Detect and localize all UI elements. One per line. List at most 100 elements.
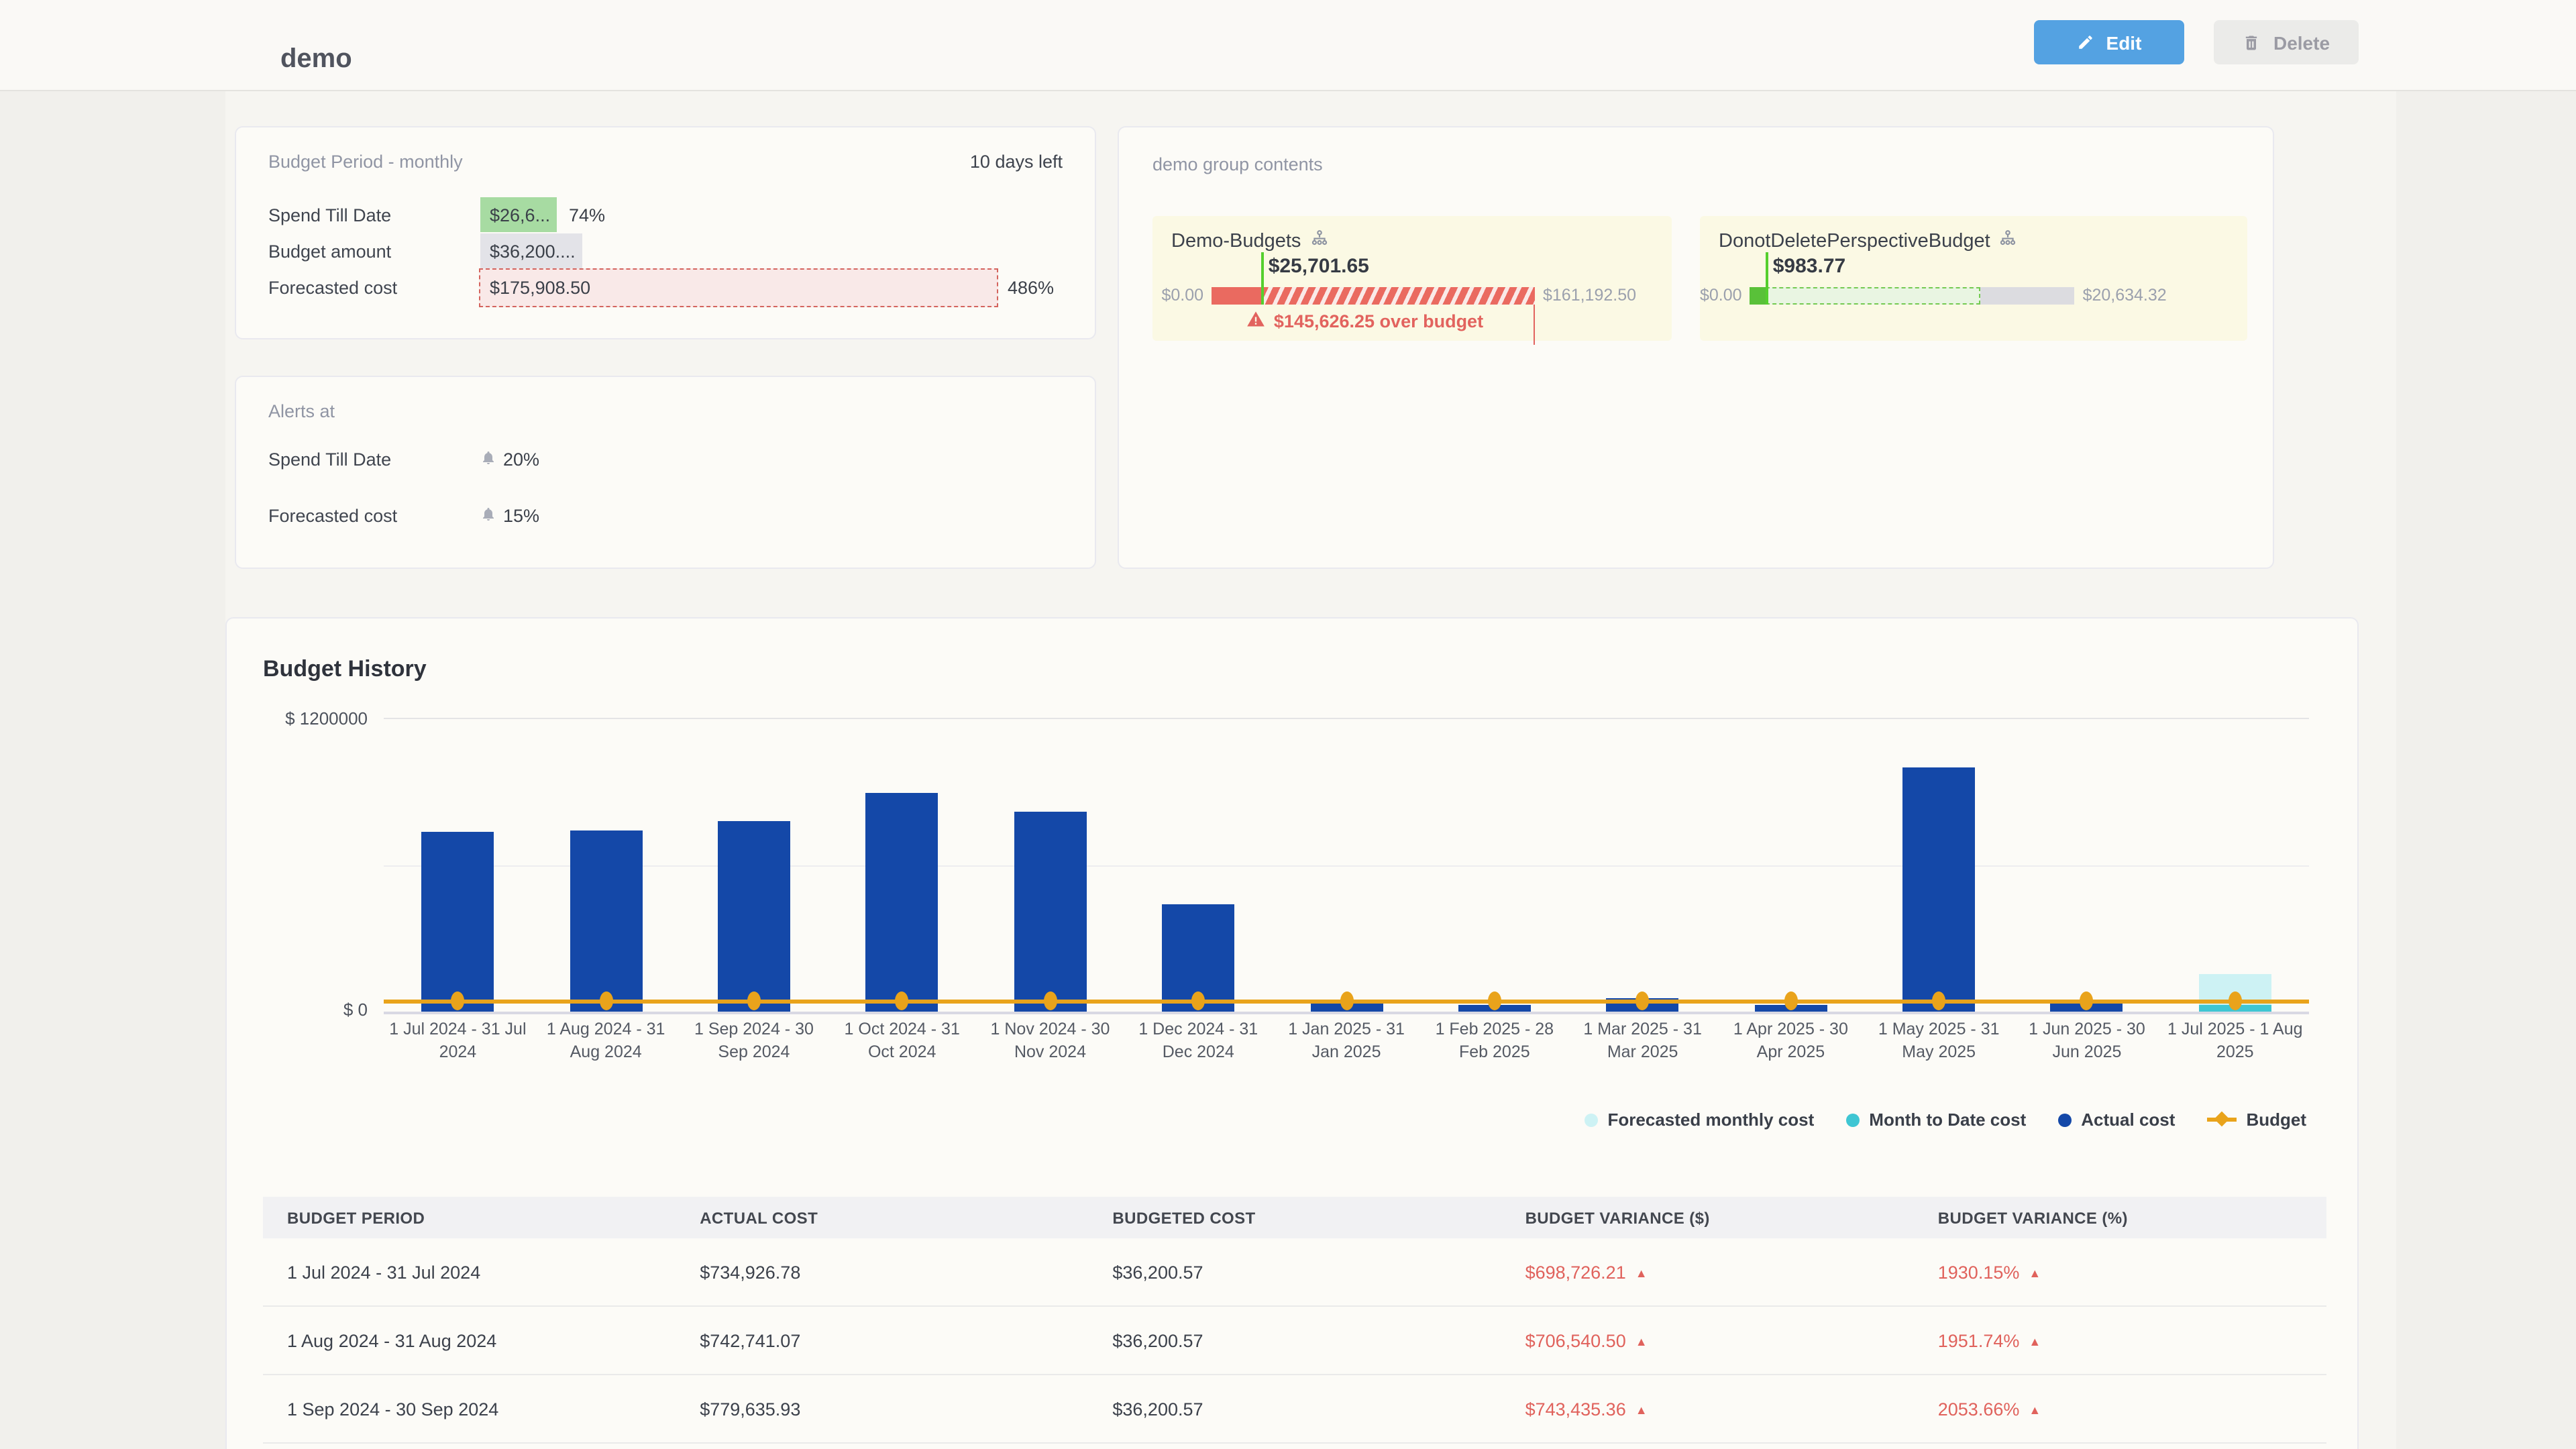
budget-marker-icon[interactable] (1044, 991, 1057, 1010)
top-bar (0, 0, 2576, 91)
bar-min-label: $0.00 (1152, 286, 1203, 305)
col-variance-pct: BUDGET VARIANCE (%) (1914, 1208, 2326, 1227)
forecasted-cost-label: Forecasted cost (268, 277, 397, 297)
x-axis-tick-label: 1 Jan 2025 - 31 Jan 2025 (1277, 1018, 1416, 1064)
x-axis-tick-label: 1 May 2025 - 31 May 2025 (1869, 1018, 2008, 1064)
hierarchy-icon (1310, 229, 1328, 252)
chart-column (2013, 719, 2161, 1012)
budget-tick (1766, 252, 1769, 304)
bar-max-label: $20,634.32 (2083, 286, 2167, 305)
bar-max-label: $161,192.50 (1543, 286, 1636, 305)
spend-till-date-label: Spend Till Date (268, 205, 391, 225)
warning-icon (1247, 310, 1266, 333)
chart-column (828, 719, 976, 1012)
x-axis-tick-label: 1 Aug 2024 - 31 Aug 2024 (536, 1018, 676, 1064)
alerts-title: Alerts at (268, 401, 335, 421)
cell-actual: $734,926.78 (676, 1262, 1088, 1282)
actual-cost-bar[interactable] (866, 793, 938, 1012)
remaining-gray-segment (1980, 286, 2074, 304)
actual-cost-bar[interactable] (570, 830, 642, 1012)
budget-marker-icon[interactable] (1636, 991, 1650, 1010)
x-axis-tick-label: 1 Apr 2025 - 30 Apr 2025 (1721, 1018, 1860, 1064)
budget-marker-icon[interactable] (2229, 991, 2242, 1010)
legend-item-mtd[interactable]: Month to Date cost (1846, 1110, 2026, 1130)
bell-icon (480, 449, 496, 470)
budget-marker-icon[interactable] (451, 991, 464, 1010)
x-axis-labels: 1 Jul 2024 - 31 Jul 20241 Aug 2024 - 31 … (384, 1018, 2309, 1064)
budget-marker-icon[interactable] (1784, 991, 1797, 1010)
chart-legend: Forecasted monthly cost Month to Date co… (1585, 1110, 2306, 1130)
chart-column (384, 719, 532, 1012)
budget-history-card: Budget History $ 1200000 $ 0 1 Jul 2024 … (225, 617, 2359, 1449)
over-budget-line (1533, 304, 1535, 344)
variance-up-icon: ▲ (1635, 1266, 1648, 1279)
spend-till-date-chip: $26,6... (480, 197, 557, 232)
actual-cost-bar[interactable] (1014, 812, 1087, 1012)
budget-history-table: BUDGET PERIOD ACTUAL COST BUDGETED COST … (263, 1197, 2326, 1444)
budget-marker-icon[interactable] (1340, 991, 1353, 1010)
days-left-label: 10 days left (970, 152, 1063, 172)
budget-marker-icon[interactable] (1191, 991, 1205, 1010)
legend-item-forecast[interactable]: Forecasted monthly cost (1585, 1110, 1815, 1130)
cell-budgeted: $36,200.57 (1088, 1262, 1501, 1282)
over-hatched-segment (1262, 286, 1535, 304)
hierarchy-icon (2000, 229, 2017, 252)
chart-column (1273, 719, 1421, 1012)
chart-column (1717, 719, 1865, 1012)
cell-period: 1 Aug 2024 - 31 Aug 2024 (263, 1330, 676, 1350)
col-budget-period: BUDGET PERIOD (263, 1208, 676, 1227)
y-axis-max-label: $ 1200000 (260, 708, 368, 729)
bar-min-label: $0.00 (1700, 286, 1742, 305)
legend-item-budget[interactable]: Budget (2207, 1110, 2306, 1130)
budget-marker-icon[interactable] (2080, 991, 2094, 1010)
x-axis-tick-label: 1 Jul 2025 - 1 Aug 2025 (2165, 1018, 2305, 1064)
alert-forecast-label: Forecasted cost (268, 506, 397, 526)
budget-progress-bar: $983.77 (1750, 286, 2075, 304)
pencil-icon (2077, 34, 2094, 51)
forecasted-cost-box: $175,908.50 (479, 268, 998, 307)
page-title: demo (280, 44, 352, 75)
budget-marker-icon[interactable] (747, 991, 761, 1010)
budget-marker-icon[interactable] (896, 991, 909, 1010)
variance-up-icon: ▲ (1635, 1403, 1648, 1416)
cell-variance-usd: $698,726.21▲ (1501, 1262, 1914, 1282)
budget-tile[interactable]: DonotDeletePerspectiveBudget $0.00 $983.… (1700, 216, 2247, 341)
budget-tile[interactable]: Demo-Budgets $0.00 $25,701.65 $161,192.5… (1152, 216, 1672, 341)
budget-amount-chip: $36,200.... (480, 233, 582, 268)
budget-swatch-icon (2207, 1118, 2237, 1122)
spent-red-segment (1212, 286, 1262, 304)
x-axis-tick-label: 1 Dec 2024 - 31 Dec 2024 (1128, 1018, 1268, 1064)
budget-marker-icon[interactable] (599, 991, 612, 1010)
variance-up-icon: ▲ (2029, 1334, 2041, 1348)
legend-item-actual[interactable]: Actual cost (2058, 1110, 2175, 1130)
cell-actual: $779,635.93 (676, 1399, 1088, 1419)
actual-cost-bar[interactable] (718, 821, 790, 1012)
budget-tile-amount: $983.77 (1773, 254, 1845, 277)
budget-tile-name: Demo-Budgets (1171, 230, 1301, 252)
budget-tile-name: DonotDeletePerspectiveBudget (1719, 230, 1990, 252)
cell-actual: $742,741.07 (676, 1330, 1088, 1350)
chart-column (1420, 719, 1568, 1012)
delete-button[interactable]: Delete (2214, 20, 2359, 64)
budget-tick (1262, 252, 1265, 304)
cell-budgeted: $36,200.57 (1088, 1330, 1501, 1350)
alert-spend-threshold: 20% (503, 449, 539, 470)
cell-variance-usd: $743,435.36▲ (1501, 1399, 1914, 1419)
cell-budgeted: $36,200.57 (1088, 1399, 1501, 1419)
actual-cost-bar[interactable] (1902, 767, 1975, 1012)
budget-period-card: Budget Period - monthly 10 days left Spe… (235, 126, 1096, 339)
bell-icon (480, 506, 496, 526)
cell-period: 1 Sep 2024 - 30 Sep 2024 (263, 1399, 676, 1419)
chart-column (976, 719, 1124, 1012)
col-budgeted-cost: BUDGETED COST (1088, 1208, 1501, 1227)
col-actual-cost: ACTUAL COST (676, 1208, 1088, 1227)
edit-button[interactable]: Edit (2034, 20, 2184, 64)
table-header-row: BUDGET PERIOD ACTUAL COST BUDGETED COST … (263, 1197, 2326, 1238)
actual-cost-bar[interactable] (421, 832, 494, 1012)
budget-marker-icon[interactable] (1932, 991, 1945, 1010)
mtd-swatch-icon (1846, 1113, 1860, 1126)
chart-column (680, 719, 828, 1012)
budget-marker-icon[interactable] (1488, 991, 1501, 1010)
spent-green-segment (1750, 286, 1766, 304)
cell-variance-pct: 2053.66%▲ (1914, 1399, 2326, 1419)
